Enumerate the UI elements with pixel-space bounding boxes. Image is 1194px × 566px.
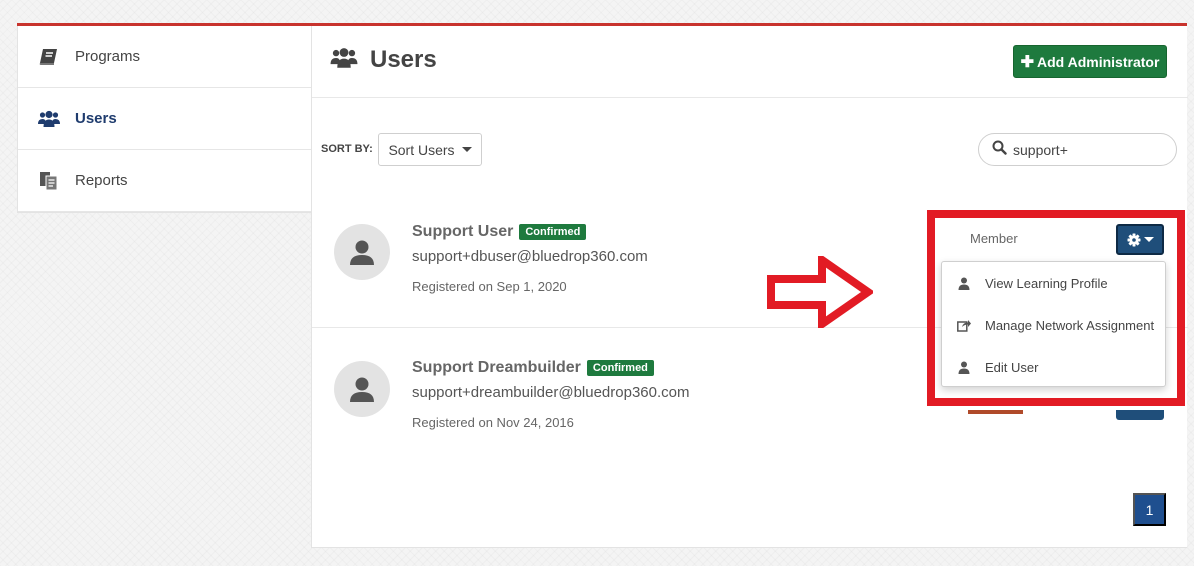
caret-down-icon — [461, 147, 472, 152]
users-icon — [330, 47, 358, 74]
sidebar-item-programs[interactable]: Programs — [18, 26, 311, 88]
search-box — [978, 133, 1177, 166]
add-administrator-button[interactable]: ✚ Add Administrator — [1013, 45, 1167, 78]
user-name[interactable]: Support User — [412, 223, 513, 241]
user-email: support+dreambuilder@bluedrop360.com — [412, 384, 690, 401]
sort-users-label: Sort Users — [388, 141, 455, 158]
user-registered-date: Registered on Nov 24, 2016 — [412, 415, 574, 430]
sidebar: Programs Users Reports — [17, 26, 311, 213]
page-header: Users ✚ Add Administrator — [312, 26, 1188, 98]
user-name[interactable]: Support Dreambuilder — [412, 359, 581, 377]
user-name-line: Support Dreambuilder Confirmed — [412, 359, 654, 377]
plus-icon: ✚ — [1020, 53, 1035, 71]
sort-by-label: SORT BY: — [321, 143, 373, 155]
annotation-arrow-icon — [767, 256, 873, 328]
search-input[interactable] — [1013, 141, 1163, 158]
avatar — [334, 224, 390, 280]
user-silhouette-icon — [350, 377, 374, 402]
sidebar-item-users[interactable]: Users — [18, 88, 311, 150]
user-email: support+dbuser@bluedrop360.com — [412, 248, 648, 265]
annotation-highlight-box — [927, 210, 1185, 406]
user-registered-date: Registered on Sep 1, 2020 — [412, 279, 567, 294]
book-icon — [38, 47, 60, 67]
user-actions-button-partial[interactable] — [1116, 410, 1164, 420]
pagination-page-1[interactable]: 1 — [1133, 493, 1166, 526]
sidebar-item-label: Reports — [75, 172, 128, 189]
status-badge: Confirmed — [586, 360, 654, 376]
avatar — [334, 361, 390, 417]
page-title-group: Users — [330, 46, 437, 74]
reports-icon — [38, 171, 60, 191]
search-icon — [992, 140, 1007, 160]
user-name-line: Support User Confirmed — [412, 223, 587, 241]
sort-users-dropdown[interactable]: Sort Users — [378, 133, 482, 166]
role-badge-partial — [968, 410, 1023, 414]
sidebar-item-label: Users — [75, 110, 117, 127]
user-silhouette-icon — [350, 240, 374, 265]
sidebar-item-reports[interactable]: Reports — [18, 150, 311, 212]
status-badge: Confirmed — [519, 224, 587, 240]
users-icon — [38, 109, 60, 129]
sidebar-item-label: Programs — [75, 48, 141, 65]
add-administrator-label: Add Administrator — [1037, 53, 1160, 70]
page-title: Users — [370, 46, 437, 73]
